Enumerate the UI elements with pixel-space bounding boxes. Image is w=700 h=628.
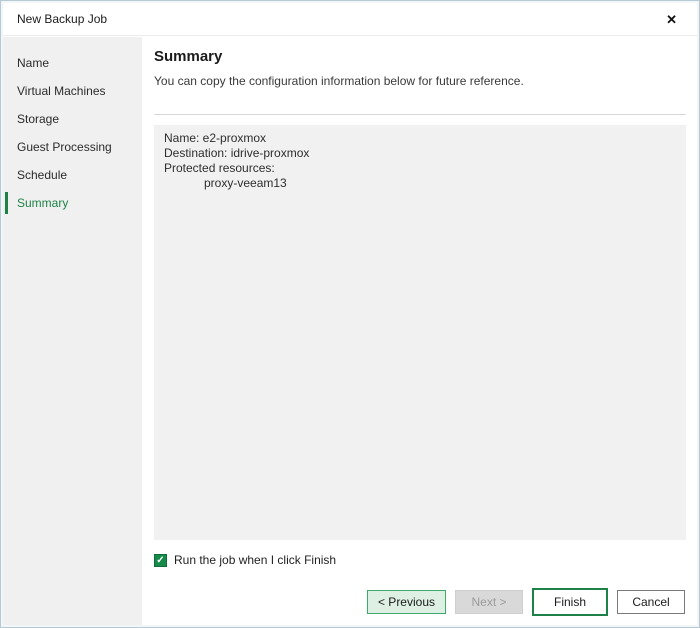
close-icon[interactable]: ✕ [660, 11, 683, 28]
cancel-button[interactable]: Cancel [617, 590, 685, 614]
sidebar-item-label: Schedule [17, 168, 67, 182]
summary-line-protected-resources: Protected resources: [164, 161, 275, 175]
wizard-steps-sidebar: Name Virtual Machines Storage Guest Proc… [3, 37, 142, 625]
summary-line-resource-item: proxy-veeam13 [164, 176, 287, 190]
finish-button[interactable]: Finish [532, 588, 608, 616]
run-job-checkbox[interactable]: ✓ [154, 554, 167, 567]
sidebar-item-name[interactable]: Name [3, 49, 142, 77]
summary-text-box[interactable]: Name: e2-proxmox Destination: idrive-pro… [154, 125, 686, 540]
sidebar-item-label: Summary [17, 196, 68, 210]
sidebar-item-label: Name [17, 56, 49, 70]
active-step-bar [5, 192, 8, 214]
header-divider [154, 114, 686, 115]
sidebar-item-guest-processing[interactable]: Guest Processing [3, 133, 142, 161]
wizard-button-row: < Previous Next > Finish Cancel [367, 588, 685, 616]
sidebar-item-label: Guest Processing [17, 140, 112, 154]
previous-button[interactable]: < Previous [367, 590, 446, 614]
page-title: Summary [154, 48, 686, 65]
sidebar-item-summary[interactable]: Summary [3, 189, 142, 217]
run-job-checkbox-label: Run the job when I click Finish [174, 553, 336, 567]
next-button[interactable]: Next > [455, 590, 523, 614]
sidebar-item-schedule[interactable]: Schedule [3, 161, 142, 189]
new-backup-job-window: New Backup Job ✕ Name Virtual Machines S… [0, 0, 700, 628]
sidebar-item-storage[interactable]: Storage [3, 105, 142, 133]
sidebar-item-label: Virtual Machines [17, 84, 106, 98]
run-job-checkbox-row: ✓ Run the job when I click Finish [154, 553, 686, 567]
page-description: You can copy the configuration informati… [154, 74, 686, 88]
summary-line-destination: Destination: idrive-proxmox [164, 146, 309, 160]
sidebar-item-label: Storage [17, 112, 59, 126]
content-pane: Summary You can copy the configuration i… [142, 37, 697, 625]
title-bar: New Backup Job ✕ [3, 3, 697, 36]
summary-line-name: Name: e2-proxmox [164, 131, 266, 145]
window-title: New Backup Job [17, 12, 107, 26]
sidebar-item-virtual-machines[interactable]: Virtual Machines [3, 77, 142, 105]
